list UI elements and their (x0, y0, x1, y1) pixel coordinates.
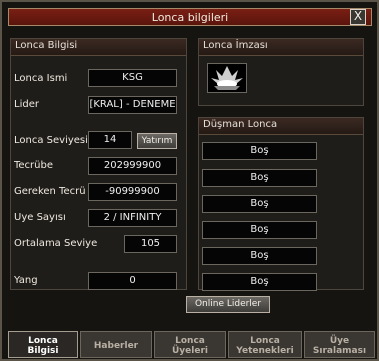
online-leaders-button[interactable]: Online Liderler (186, 296, 270, 313)
guild-info-header: Lonca Bilgisi (11, 39, 186, 56)
tab-label: Üye (329, 336, 350, 346)
enemy-guild-slot[interactable]: Boş (202, 273, 317, 291)
tab-label: Bilgisi (27, 346, 59, 356)
tab-label: Yetenekleri (236, 346, 294, 356)
title-bar[interactable]: Lonca bilgileri (8, 8, 372, 26)
yang-value: 0 (88, 272, 177, 290)
guild-name-value: KSG (88, 69, 177, 87)
enemy-guild-slot[interactable]: Boş (202, 142, 317, 160)
close-button[interactable]: X (350, 9, 366, 25)
average-level-label: Ortalama Seviye (14, 238, 98, 249)
tab-member-ranking[interactable]: Üye Sıralaması (304, 331, 375, 358)
required-exp-label: Gereken Tecrübe (14, 186, 86, 197)
tab-bar: Lonca Bilgisi Haberler Lonca Üyeleri Lon… (8, 331, 375, 358)
tab-news[interactable]: Haberler (80, 331, 152, 358)
experience-value: 202999900 (88, 157, 177, 175)
invest-button[interactable]: Yatırım (137, 133, 177, 149)
required-exp-value: -90999900 (88, 183, 177, 201)
tab-guild-members[interactable]: Lonca Üyeleri (154, 331, 226, 358)
guild-name-label: Lonca İsmi (14, 73, 68, 84)
guild-info-window: Lonca bilgileri X Lonca Bilgisi Lonca İs… (0, 0, 379, 361)
tab-label: Haberler (93, 341, 139, 351)
tab-label: Lonca (175, 336, 205, 346)
guild-emblem-header: Lonca İmzası (199, 39, 363, 56)
guild-info-header-label: Lonca Bilgisi (15, 40, 78, 51)
leader-value: [KRAL] - DENEME (88, 96, 177, 114)
enemy-guild-slot[interactable]: Boş (202, 195, 317, 213)
enemy-guild-header-label: Düşman Lonca (203, 119, 278, 130)
tab-guild-skills[interactable]: Lonca Yetenekleri (228, 331, 302, 358)
guild-emblem-header-label: Lonca İmzası (203, 40, 268, 51)
guild-level-label: Lonca Seviyesi (14, 135, 87, 146)
member-count-label: Üye Sayısı (14, 212, 66, 223)
average-level-value: 105 (124, 235, 177, 253)
tab-label: Lonca (250, 336, 280, 346)
guild-level-value: 14 (88, 131, 132, 149)
tab-guild-info[interactable]: Lonca Bilgisi (8, 331, 78, 358)
guild-emblem-panel: Lonca İmzası (198, 38, 364, 106)
tab-label: Lonca (28, 336, 58, 346)
yang-label: Yang (14, 275, 38, 286)
tab-label: Üyeleri (172, 346, 208, 356)
enemy-guild-header: Düşman Lonca (199, 118, 363, 135)
window-title: Lonca bilgileri (151, 11, 229, 24)
tab-label: Sıralaması (312, 346, 367, 356)
leader-label: Lider (14, 99, 39, 110)
enemy-guild-slot[interactable]: Boş (202, 221, 317, 239)
member-count-value: 2 / INFINITY (88, 209, 177, 227)
guild-emblem-image[interactable] (207, 63, 247, 93)
experience-label: Tecrübe (14, 160, 54, 171)
enemy-guild-slot[interactable]: Boş (202, 247, 317, 265)
enemy-guild-slot[interactable]: Boş (202, 169, 317, 187)
